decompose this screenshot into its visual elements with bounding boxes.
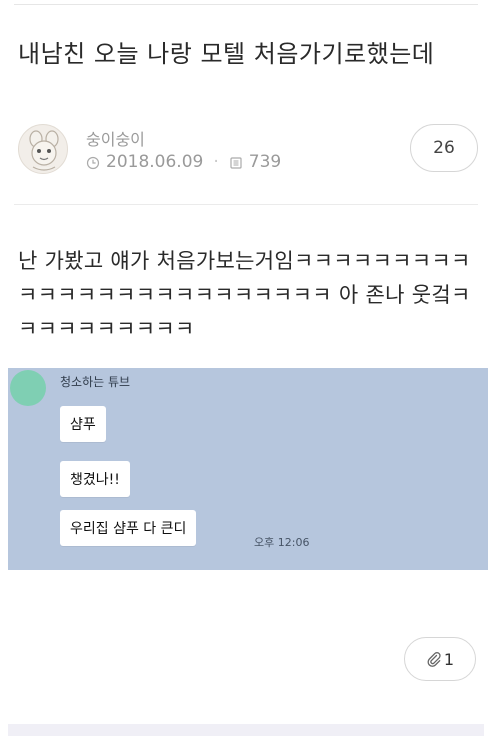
post-stats: 2018.06.09 · 739	[86, 152, 281, 172]
author-name[interactable]: 숭이숭이	[86, 126, 145, 150]
chat-bubble: 챙겼나!!	[60, 461, 130, 497]
content-divider	[14, 204, 478, 205]
chat-screenshot: 청소하는 튜브 샴푸 챙겼나!! 우리집 샴푸 다 큰디 오후 12:06	[8, 368, 488, 570]
chat-avatar	[10, 370, 46, 406]
author-avatar[interactable]	[18, 124, 68, 174]
attachment-count: 1	[443, 649, 455, 669]
comment-count-button[interactable]: 26	[410, 124, 478, 172]
chat-sender-name: 청소하는 튜브	[60, 375, 131, 389]
top-divider	[14, 4, 478, 5]
clock-icon	[86, 155, 100, 170]
chat-timestamp: 오후 12:06	[254, 536, 310, 549]
attachment-count-button[interactable]: 1	[404, 637, 476, 681]
view-count: 739	[248, 152, 282, 172]
post-body: 난 가봤고 얘가 처음가보는거임ㅋㅋㅋㅋㅋㅋㅋㅋㅋㅋㅋㅋㅋㅋㅋㅋㅋㅋㅋㅋㅋㅋㅋㅋ…	[18, 249, 471, 341]
chat-bubble: 우리집 샴푸 다 큰디	[60, 510, 197, 546]
chat-bubble: 샴푸	[60, 406, 106, 442]
paperclip-icon	[426, 651, 442, 667]
post-title: 내남친 오늘 나랑 모텔 처음가기로했는데	[18, 40, 435, 68]
meta-separator: ·	[213, 152, 219, 172]
post-meta: 숭이숭이 2018.06.09 · 739 26	[18, 124, 478, 184]
views-icon	[229, 155, 243, 169]
post-date: 2018.06.09	[106, 152, 204, 172]
bottom-band	[8, 724, 484, 736]
